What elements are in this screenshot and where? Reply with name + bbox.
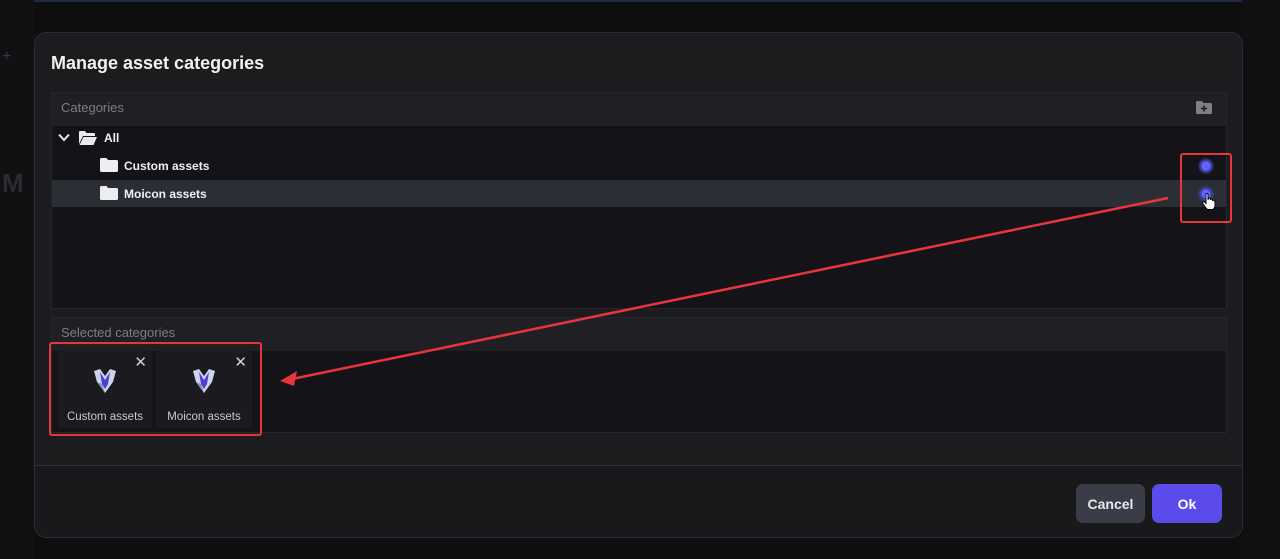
folder-icon bbox=[100, 186, 118, 200]
folder-icon bbox=[100, 158, 118, 172]
categories-panel: Categories All Custom assets Moicon asse… bbox=[51, 92, 1227, 309]
tree-item-moicon-assets[interactable]: Moicon assets bbox=[52, 180, 1226, 210]
chevron-down-icon[interactable] bbox=[58, 133, 70, 142]
folder-open-icon bbox=[79, 131, 97, 145]
tree-item-label: Moicon assets bbox=[124, 187, 207, 201]
manage-categories-dialog: Manage asset categories Categories All C… bbox=[34, 32, 1243, 538]
dialog-footer: Cancel Ok bbox=[35, 466, 1242, 537]
dialog-title: Manage asset categories bbox=[51, 53, 265, 73]
tree-item-label: Custom assets bbox=[124, 159, 210, 173]
tree-item-label: All bbox=[104, 131, 120, 145]
categories-header: Categories bbox=[52, 93, 1226, 126]
tree-item-all[interactable]: All bbox=[52, 125, 1226, 152]
ok-button[interactable]: Ok bbox=[1152, 484, 1222, 523]
background-top-line bbox=[0, 0, 1280, 2]
background-left-strip: + M bbox=[0, 0, 34, 559]
add-folder-icon[interactable] bbox=[1196, 101, 1212, 114]
cancel-button[interactable]: Cancel bbox=[1076, 484, 1145, 523]
plus-icon: + bbox=[2, 48, 12, 65]
logo-icon: M bbox=[2, 168, 24, 198]
annotation-highlight-selected bbox=[49, 342, 262, 436]
background-right-strip bbox=[1242, 0, 1280, 559]
annotation-highlight-radios bbox=[1180, 153, 1232, 223]
tree-item-custom-assets[interactable]: Custom assets bbox=[52, 152, 1226, 179]
